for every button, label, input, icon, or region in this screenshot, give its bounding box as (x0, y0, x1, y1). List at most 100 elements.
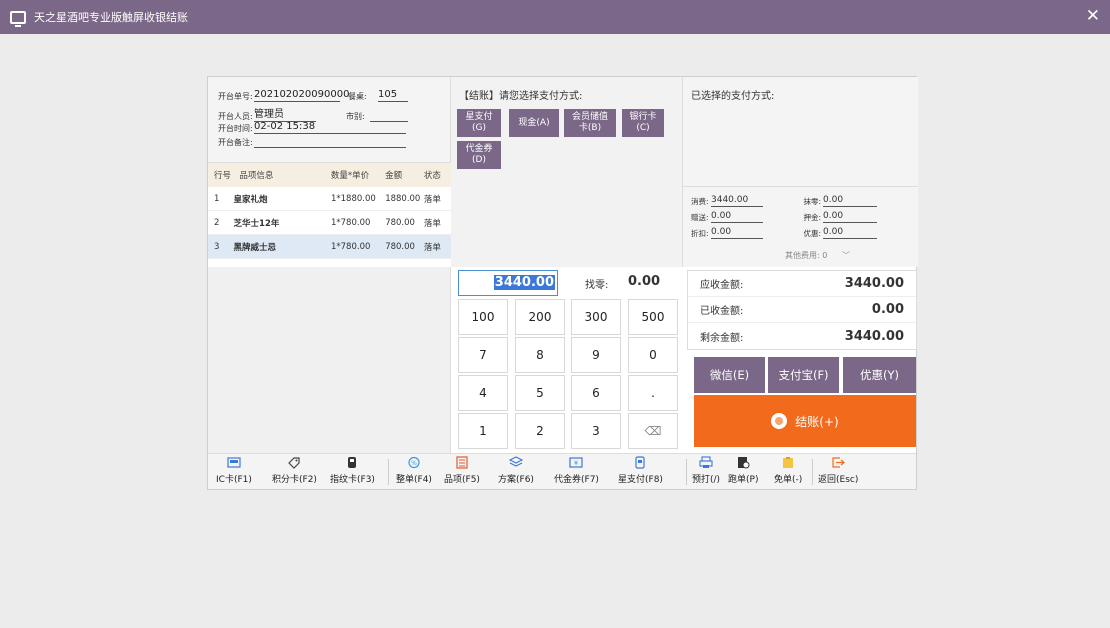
order-info: 开台单号: 202102020090000 餐桌: 105 开台人员: 管理员 … (208, 77, 451, 163)
fingerprint-card-button[interactable]: 指纹卡(F3) (330, 456, 375, 485)
time-label: 开台时间: (218, 124, 253, 133)
items-label: 品项(F5) (444, 475, 480, 485)
run-order-button[interactable]: 跑单(P) (728, 456, 758, 485)
checkout-button[interactable]: 结账(+) (694, 395, 916, 447)
close-button[interactable]: ✕ (1086, 7, 1100, 25)
totals-panel: 应收金额: 3440.00 已收金额: 0.00 剩余金额: 3440.00 (687, 270, 917, 350)
fees-panel: 消费: 3440.00 抹零: 0.00 赠送: 0.00 押金: 0.00 折… (682, 187, 918, 267)
plan-button[interactable]: 方案(F6) (498, 456, 534, 485)
promo-value[interactable]: 0.00 (823, 227, 877, 239)
star-pay-button[interactable]: 星支付 (G) (457, 109, 501, 137)
voucher-label: 代金券 (D) (465, 144, 493, 165)
wechat-pay-button[interactable]: 微信(E) (694, 357, 765, 393)
cash-label: 现金(A) (518, 117, 550, 128)
points-card-button[interactable]: 积分卡(F2) (272, 456, 317, 485)
col-status: 状态 (423, 171, 441, 181)
key-4[interactable]: 4 (458, 375, 508, 411)
key-3[interactable]: 3 (571, 413, 621, 449)
items-table-header: 行号 品项信息 数量*单价 金额 状态 (208, 163, 451, 187)
col-line-no: 行号 (214, 171, 232, 181)
row-amount: 780.00 (385, 241, 415, 252)
chosen-payments-panel: 已选择的支付方式: (682, 77, 918, 187)
window-title: 天之星酒吧专业版触屏收银结账 (34, 11, 188, 24)
change-label: 找零: (585, 280, 609, 291)
bank-card-button[interactable]: 银行卡 (C) (622, 109, 664, 137)
col-item: 品项信息 (239, 171, 274, 181)
items-button[interactable]: 品项(F5) (444, 456, 480, 485)
key-500[interactable]: 500 (628, 299, 678, 335)
change-value: 0.00 (628, 274, 661, 289)
star-pay-toolbar-button[interactable]: 星支付(F8) (618, 456, 663, 485)
items-empty-area (208, 267, 451, 453)
items-table-body: 1 皇家礼炮 1*1880.00 1880.00 落单 2 芝华士12年 1*7… (208, 187, 451, 259)
preprint-button[interactable]: 预打(/) (692, 456, 720, 485)
key-0[interactable]: 0 (628, 337, 678, 373)
backspace-button[interactable]: ⌫ (628, 413, 678, 449)
row-qty-price: 1*1880.00 (330, 193, 376, 204)
table-row[interactable]: 2 芝华士12年 1*780.00 780.00 落单 (208, 211, 451, 235)
svg-text:¥: ¥ (575, 460, 579, 467)
checkout-icon (771, 413, 788, 429)
key-200[interactable]: 200 (515, 299, 565, 335)
col-amount: 金额 (385, 171, 403, 181)
discount-button[interactable]: 优惠(Y) (843, 357, 916, 393)
row-name: 芝华士12年 (233, 218, 280, 229)
round-value[interactable]: 0.00 (823, 195, 877, 207)
alipay-button[interactable]: 支付宝(F) (768, 357, 839, 393)
toolbar-divider (388, 459, 389, 485)
remark-value (254, 138, 406, 148)
voucher-toolbar-label: 代金券(F7) (554, 475, 599, 485)
toolbar-divider (686, 459, 687, 485)
consume-value: 3440.00 (711, 195, 763, 207)
row-name: 皇家礼炮 (233, 194, 268, 205)
gift-label: 赠送: (691, 213, 709, 222)
key-8[interactable]: 8 (515, 337, 565, 373)
fingerprint-card-label: 指纹卡(F3) (330, 475, 375, 485)
clipboard-icon (783, 457, 794, 468)
member-card-button[interactable]: 会员储值 卡(B) (564, 109, 616, 137)
ic-card-label: IC卡(F1) (216, 475, 252, 485)
whole-order-label: 整单(F4) (396, 475, 432, 485)
table-row[interactable]: 3 黑牌威士忌 1*780.00 780.00 落单 (208, 235, 451, 259)
key-300[interactable]: 300 (571, 299, 621, 335)
consume-label: 消费: (691, 197, 709, 206)
table-row[interactable]: 1 皇家礼炮 1*1880.00 1880.00 落单 (208, 187, 451, 211)
run-order-label: 跑单(P) (728, 475, 759, 485)
key-1[interactable]: 1 (458, 413, 508, 449)
key-100[interactable]: 100 (458, 299, 508, 335)
voucher-icon: ¥ (569, 457, 584, 468)
discount-value: 0.00 (711, 227, 763, 239)
key-9[interactable]: 9 (571, 337, 621, 373)
promo-label: 优惠: (803, 229, 821, 238)
layers-icon (508, 456, 523, 467)
star-pay-toolbar-label: 星支付(F8) (618, 475, 663, 485)
return-button[interactable]: 返回(Esc) (818, 456, 858, 485)
table-label: 餐桌: (348, 92, 367, 101)
payment-method-panel: 【结账】请您选择支付方式: 星支付 (G) 现金(A) 会员储值 卡(B) 银行… (451, 77, 682, 267)
bank-card-label: 银行卡 (C) (629, 112, 657, 133)
ic-card-button[interactable]: IC卡(F1) (216, 456, 252, 485)
key-2[interactable]: 2 (515, 413, 565, 449)
star-pay-label: 星支付 (G) (465, 112, 493, 133)
toolbar-divider (812, 459, 813, 485)
monitor-icon (10, 10, 26, 27)
phone-pay-icon (635, 456, 646, 469)
key-5[interactable]: 5 (515, 375, 565, 411)
whole-order-button[interactable]: % 整单(F4) (396, 456, 432, 485)
other-fees-dropdown[interactable]: 其他费用: 0 ﹀ (785, 250, 850, 261)
deposit-value[interactable]: 0.00 (823, 211, 877, 223)
table-value: 105 (378, 89, 408, 102)
cash-button[interactable]: 现金(A) (509, 109, 559, 137)
title-bar: 天之星酒吧专业版触屏收银结账 ✕ (0, 0, 1110, 34)
row-name: 黑牌威士忌 (233, 242, 277, 253)
key-6[interactable]: 6 (571, 375, 621, 411)
free-order-button[interactable]: 免单(-) (774, 456, 802, 485)
voucher-button[interactable]: 代金券 (D) (457, 141, 501, 169)
voucher-toolbar-button[interactable]: ¥ 代金券(F7) (554, 456, 599, 485)
chevron-down-icon: ﹀ (841, 251, 850, 260)
amount-input[interactable]: 3440.00 (458, 270, 558, 296)
staff-value: 管理员 (254, 105, 316, 122)
key-7[interactable]: 7 (458, 337, 508, 373)
key-dot[interactable]: . (628, 375, 678, 411)
remaining-value: 3440.00 (844, 328, 904, 344)
